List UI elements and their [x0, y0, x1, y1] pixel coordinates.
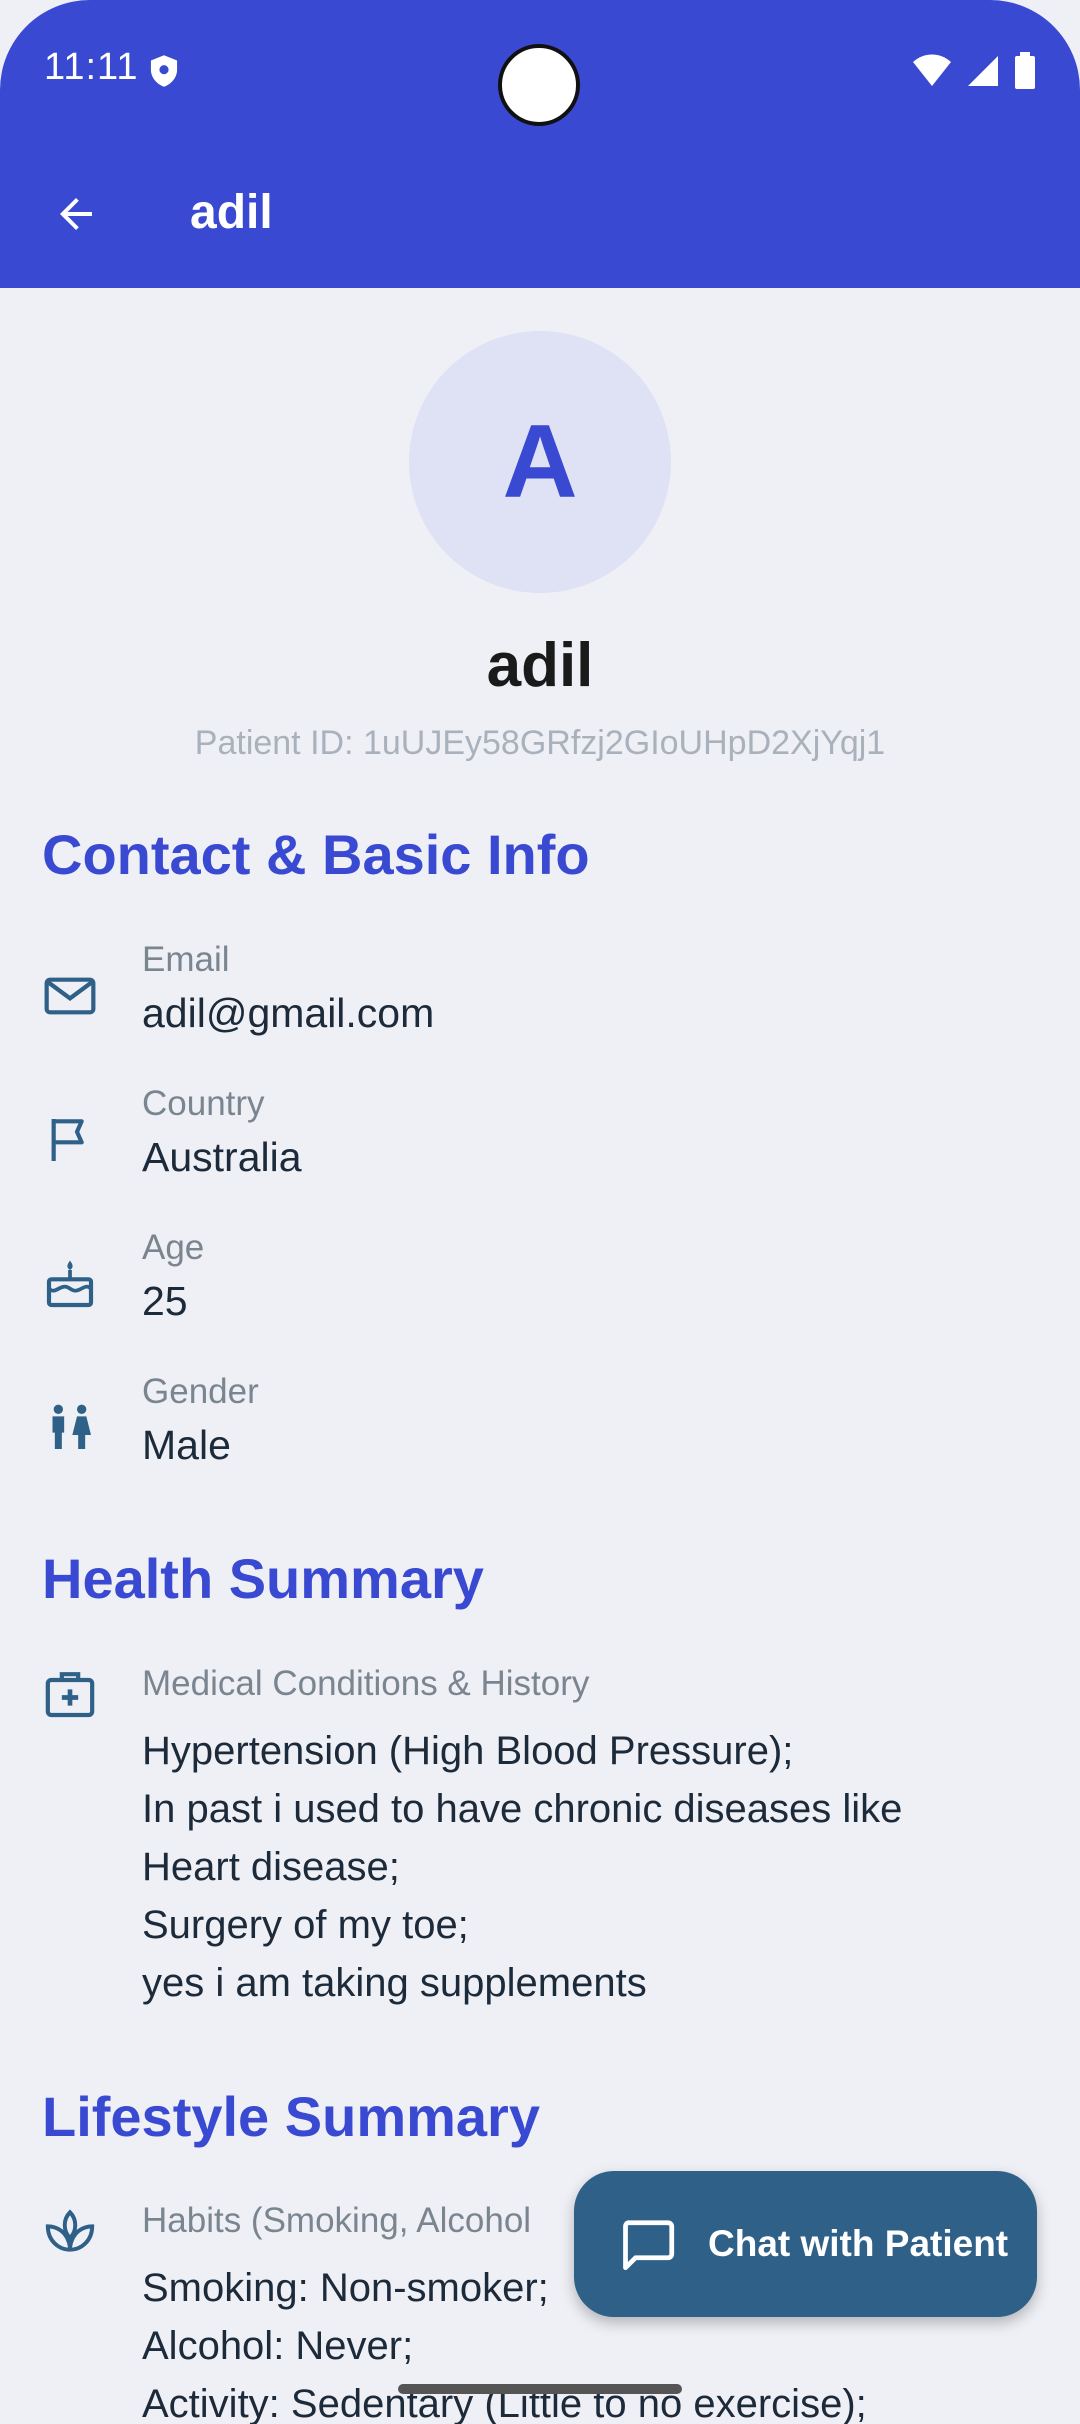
- info-row-medical: Medical Conditions & History Hypertensio…: [42, 1664, 1042, 2024]
- email-value: adil@gmail.com: [142, 990, 435, 1036]
- screen: 11:11 adil A adil Patient ID: 1uUJEy58GR…: [0, 0, 1080, 2424]
- gender-label: Gender: [142, 1372, 259, 1411]
- wifi-icon: [913, 54, 951, 86]
- shield-icon: [150, 55, 178, 87]
- system-icons: [912, 52, 1036, 90]
- status-time: 11:11: [44, 46, 139, 88]
- chat-button-label: Chat with Patient: [708, 2223, 1009, 2264]
- back-button[interactable]: [40, 178, 112, 250]
- signal-icon: [968, 56, 998, 86]
- chat-with-patient-button[interactable]: Chat with Patient: [574, 2171, 1037, 2317]
- medical-history-text: Hypertension (High Blood Pressure); In p…: [142, 1722, 902, 2012]
- info-row-email: Email adil@gmail.com: [42, 940, 1042, 1060]
- age-label: Age: [142, 1228, 205, 1267]
- patient-id: Patient ID: 1uUJEy58GRfzj2GIoUHpD2XjYqj1: [194, 724, 886, 762]
- section-title-lifestyle: Lifestyle Summary: [42, 2085, 540, 2148]
- habits-line: Alcohol: Never;: [142, 2324, 414, 2368]
- spa-icon: [45, 2209, 95, 2252]
- info-row-country: Country Australia: [42, 1084, 1042, 1204]
- email-label: Email: [142, 940, 230, 979]
- country-label: Country: [142, 1084, 265, 1123]
- people-icon: [52, 1404, 91, 1449]
- section-title-health: Health Summary: [42, 1547, 484, 1610]
- medical-line: yes i am taking supplements: [142, 1961, 647, 2005]
- arrow-back-icon: [60, 198, 92, 230]
- medical-kit-icon: [45, 1672, 95, 1718]
- mail-icon: [44, 977, 96, 1015]
- patient-name: adil: [486, 631, 594, 700]
- info-row-gender: Gender Male: [42, 1372, 1042, 1492]
- info-row-age: Age 25: [42, 1228, 1042, 1348]
- section-title-contact: Contact & Basic Info: [42, 823, 590, 886]
- cake-icon: [46, 1260, 94, 1308]
- chat-icon: [623, 2220, 675, 2271]
- medical-line: In past i used to have chronic diseases …: [142, 1787, 903, 1831]
- habits-label: Habits (Smoking, Alcohol: [142, 2201, 532, 2240]
- camera-cutout: [498, 44, 580, 126]
- flag-icon: [51, 1119, 84, 1161]
- medical-line: Hypertension (High Blood Pressure);: [142, 1729, 794, 1773]
- medical-label: Medical Conditions & History: [142, 1664, 590, 1703]
- gender-value: Male: [142, 1422, 231, 1468]
- habits-line: Activity: Sedentary (Little to no exerci…: [142, 2382, 867, 2424]
- avatar: A: [409, 331, 671, 593]
- medical-line: Surgery of my toe;: [142, 1903, 469, 1947]
- home-indicator[interactable]: [398, 2384, 682, 2394]
- battery-icon: [1015, 52, 1035, 89]
- age-value: 25: [142, 1278, 188, 1324]
- medical-line: Heart disease;: [142, 1845, 400, 1889]
- app-bar: 11:11 adil: [0, 0, 1080, 288]
- country-value: Australia: [142, 1134, 302, 1180]
- page-title: adil: [190, 186, 273, 239]
